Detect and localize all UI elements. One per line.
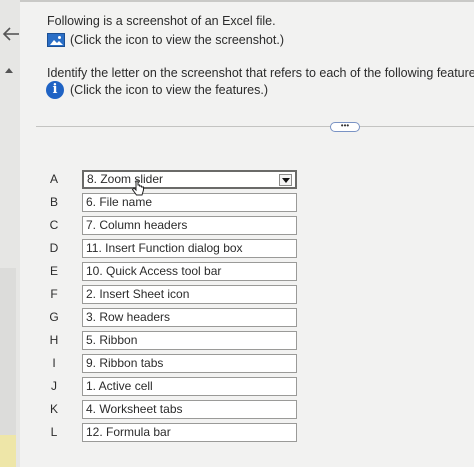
answer-value: 12. Formula bar <box>86 425 171 439</box>
answer-value: 7. Column headers <box>86 218 188 232</box>
chevron-down-icon[interactable] <box>279 174 292 186</box>
row-letter-b: B <box>49 195 58 209</box>
answer-field[interactable]: 4. Worksheet tabs <box>82 400 297 419</box>
image-icon[interactable] <box>47 33 65 47</box>
arrow-left-icon[interactable] <box>1 24 21 44</box>
row-letter-k: K <box>49 402 58 416</box>
divider <box>36 126 474 127</box>
answer-field[interactable]: 12. Formula bar <box>82 423 297 442</box>
row-letter-d: D <box>49 241 59 255</box>
answer-field[interactable]: 6. File name <box>82 193 297 212</box>
answer-value: 4. Worksheet tabs <box>86 402 183 416</box>
answer-select[interactable]: 8. Zoom slider <box>82 170 297 189</box>
screenshot-link[interactable]: (Click the icon to view the screenshot.) <box>70 33 284 47</box>
top-border <box>0 0 474 2</box>
answer-field[interactable]: 5. Ribbon <box>82 331 297 350</box>
row-letter-j: J <box>51 379 57 393</box>
answer-field[interactable]: 1. Active cell <box>82 377 297 396</box>
answer-field[interactable]: 3. Row headers <box>82 308 297 327</box>
scrollbar-thumb[interactable] <box>0 435 16 467</box>
scrollbar-track[interactable] <box>0 268 16 438</box>
answer-value: 10. Quick Access tool bar <box>86 264 222 278</box>
row-letter-a: A <box>49 172 58 186</box>
question-text: Identify the letter on the screenshot th… <box>47 66 474 80</box>
answer-field[interactable]: 2. Insert Sheet icon <box>82 285 297 304</box>
row-letter-l: L <box>50 425 58 439</box>
collapse-caret-icon[interactable] <box>5 68 13 73</box>
answer-field[interactable]: 7. Column headers <box>82 216 297 235</box>
row-letter-g: G <box>49 310 59 324</box>
row-letter-f: F <box>50 287 58 301</box>
more-button[interactable]: ••• <box>330 122 360 132</box>
answer-value: 11. Insert Function dialog box <box>86 241 243 255</box>
answer-value: 1. Active cell <box>86 379 153 393</box>
answer-value: 3. Row headers <box>86 310 171 324</box>
answer-field[interactable]: 10. Quick Access tool bar <box>82 262 297 281</box>
row-letter-h: H <box>49 333 59 347</box>
row-letter-e: E <box>49 264 58 278</box>
answer-value: 8. Zoom slider <box>87 172 164 186</box>
answer-field[interactable]: 11. Insert Function dialog box <box>82 239 297 258</box>
answer-value: 2. Insert Sheet icon <box>86 287 190 301</box>
row-letter-c: C <box>49 218 59 232</box>
answer-value: 9. Ribbon tabs <box>86 356 164 370</box>
answer-value: 5. Ribbon <box>86 333 138 347</box>
answer-field[interactable]: 9. Ribbon tabs <box>82 354 297 373</box>
hand-cursor-icon <box>131 180 144 196</box>
info-icon[interactable]: i <box>46 81 64 99</box>
intro-text: Following is a screenshot of an Excel fi… <box>47 14 276 28</box>
row-letter-i: I <box>52 356 56 370</box>
features-link[interactable]: (Click the icon to view the features.) <box>70 83 268 97</box>
